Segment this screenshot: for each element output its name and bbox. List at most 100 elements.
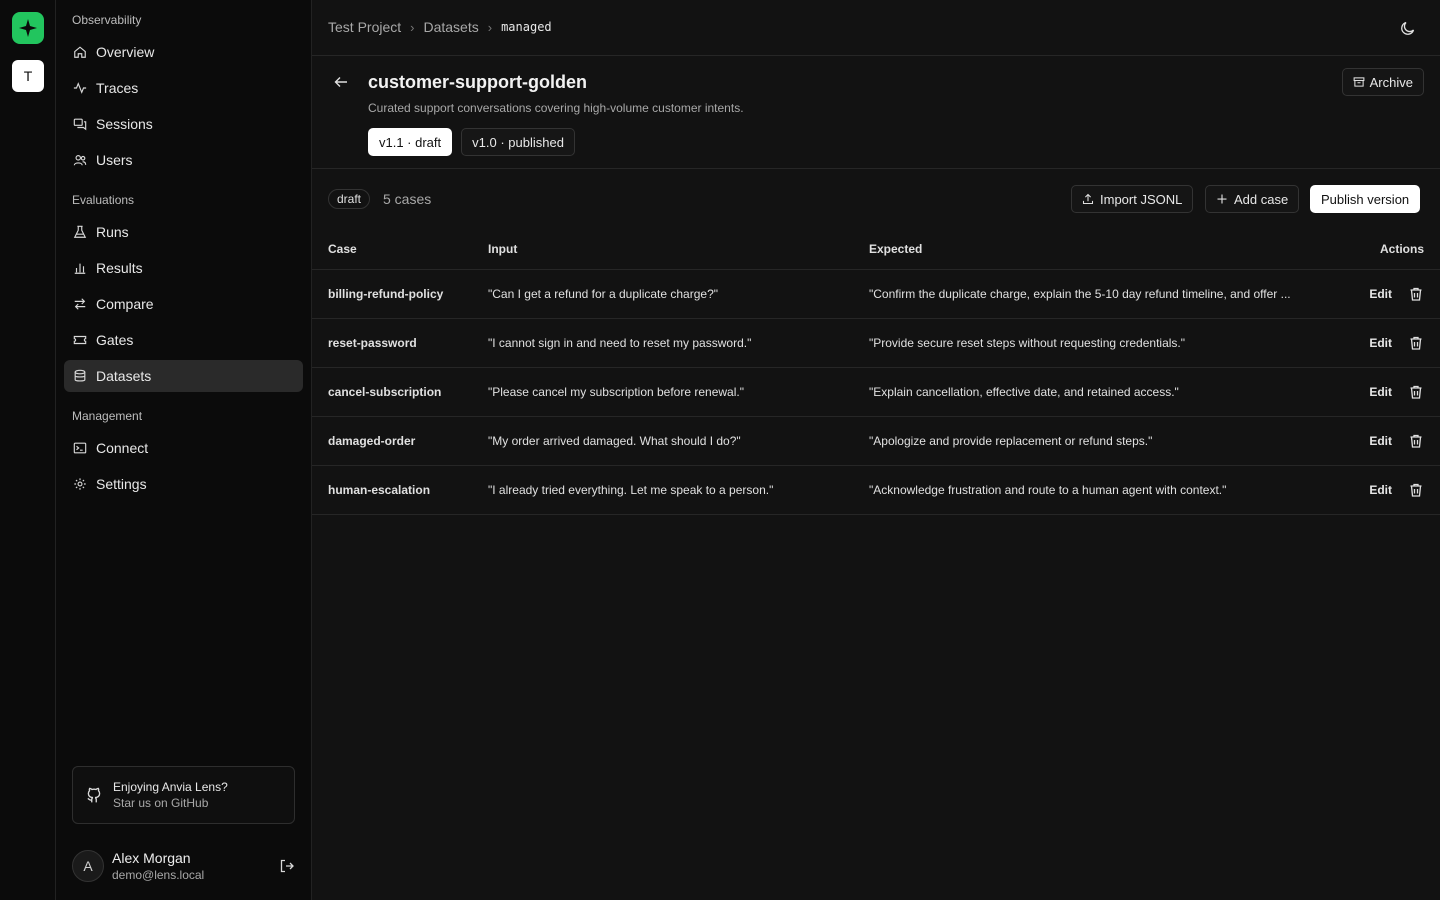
github-promo[interactable]: Enjoying Anvia Lens? Star us on GitHub (72, 766, 295, 824)
row-actions: Edit (1321, 318, 1440, 368)
top-bar: Test Project › Datasets › managed (312, 0, 1440, 56)
case-name: damaged-order (312, 416, 488, 466)
edit-button[interactable]: Edit (1369, 287, 1392, 301)
users-icon (73, 155, 87, 166)
sidebar-item-label: Traces (96, 80, 139, 96)
tab-version-draft[interactable]: v1.1 · draft (368, 128, 453, 156)
edit-button[interactable]: Edit (1369, 434, 1392, 448)
sidebar-item-label: Overview (96, 44, 155, 60)
sidebar-item-users[interactable]: Users (64, 144, 303, 176)
table-row: cancel-subscription "Please cancel my sub… (312, 367, 1440, 417)
case-count: 5 cases (383, 191, 432, 207)
case-name: human-escalation (312, 465, 488, 515)
case-expected: "Explain cancellation, effective date, a… (869, 367, 1321, 417)
page-title: customer-support-golden (368, 72, 587, 92)
column-header-expected: Expected (869, 229, 1321, 270)
archive-label: Archive (1369, 74, 1413, 90)
case-input: "Can I get a refund for a duplicate char… (488, 269, 869, 319)
sidebar-item-label: Sessions (96, 116, 153, 132)
sidebar-item-gates[interactable]: Gates (64, 324, 303, 356)
plus-icon (1217, 194, 1227, 204)
trash-icon[interactable] (1408, 286, 1424, 302)
logout-icon[interactable] (279, 858, 295, 874)
column-header-actions: Actions (1321, 229, 1440, 270)
trash-icon[interactable] (1408, 384, 1424, 400)
sidebar-item-traces[interactable]: Traces (64, 72, 303, 104)
table-row: damaged-order "My order arrived damaged. … (312, 416, 1440, 466)
case-name: reset-password (312, 318, 488, 368)
case-input: "I cannot sign in and need to reset my p… (488, 318, 869, 368)
bar-chart-icon (74, 263, 86, 274)
table-row: human-escalation "I already tried everyth… (312, 465, 1440, 515)
arrow-left-icon[interactable] (333, 74, 349, 90)
add-case-button[interactable]: Add case (1205, 185, 1300, 213)
trash-icon[interactable] (1408, 433, 1424, 449)
app-logo[interactable] (12, 12, 44, 44)
sidebar-item-label: Settings (96, 476, 147, 492)
sidebar-item-label: Users (96, 152, 133, 168)
sidebar-item-label: Runs (96, 224, 129, 240)
sidebar-item-compare[interactable]: Compare (64, 288, 303, 320)
edit-button[interactable]: Edit (1369, 483, 1392, 497)
sidebar-item-runs[interactable]: Runs (64, 216, 303, 248)
trash-icon[interactable] (1408, 482, 1424, 498)
sidebar-item-sessions[interactable]: Sessions (64, 108, 303, 140)
sidebar-item-settings[interactable]: Settings (64, 468, 303, 500)
row-actions: Edit (1321, 367, 1440, 417)
publish-version-button[interactable]: Publish version (1310, 185, 1421, 213)
row-actions: Edit (1321, 416, 1440, 466)
avatar[interactable]: A (72, 850, 104, 882)
workspace-switcher[interactable]: T (12, 60, 44, 92)
sidebar-item-datasets[interactable]: Datasets (64, 360, 303, 392)
column-header-case: Case (312, 229, 488, 270)
archive-icon (1353, 77, 1365, 87)
sidebar-item-connect[interactable]: Connect (64, 432, 303, 464)
moon-icon[interactable] (1400, 20, 1416, 36)
tab-version-published[interactable]: v1.0 · published (461, 128, 575, 156)
case-input: "I already tried everything. Let me spea… (488, 465, 869, 515)
breadcrumb-current: managed (501, 20, 552, 34)
section-observability: Observability (72, 13, 142, 27)
gear-icon (74, 478, 86, 490)
edit-button[interactable]: Edit (1369, 385, 1392, 399)
sidebar-item-label: Compare (96, 296, 154, 312)
sidebar-item-label: Connect (96, 440, 149, 456)
user-profile: A Alex Morgan demo@lens.local (72, 850, 295, 882)
database-icon (74, 369, 86, 382)
column-header-input: Input (488, 229, 869, 270)
edit-button[interactable]: Edit (1369, 336, 1392, 350)
breadcrumb-datasets[interactable]: Datasets (423, 19, 478, 35)
table-header-row: Case Input Expected Actions (312, 229, 1440, 270)
section-evaluations: Evaluations (72, 193, 135, 207)
github-icon (87, 787, 101, 803)
dataset-header: customer-support-golden Curated support … (312, 56, 1440, 169)
sidebar: Observability Overview Traces Sessions U… (56, 0, 312, 900)
promo-title: Enjoying Anvia Lens? (113, 780, 228, 794)
user-email: demo@lens.local (112, 868, 205, 882)
arrows-icon (74, 298, 86, 310)
case-input: "My order arrived damaged. What should I… (488, 416, 869, 466)
breadcrumb-project[interactable]: Test Project (328, 19, 401, 35)
cases-toolbar: draft 5 cases Import JSONL Add case Publ… (312, 185, 1440, 213)
sidebar-item-overview[interactable]: Overview (64, 36, 303, 68)
sidebar-item-label: Datasets (96, 368, 152, 384)
workspace-rail: T (0, 0, 56, 900)
terminal-icon (73, 442, 87, 454)
section-management: Management (72, 409, 143, 423)
chat-icon (73, 118, 87, 131)
home-icon (74, 46, 86, 58)
trash-icon[interactable] (1408, 335, 1424, 351)
user-name: Alex Morgan (112, 850, 191, 866)
row-actions: Edit (1321, 465, 1440, 515)
import-label: Import JSONL (1100, 191, 1183, 207)
chevron-right-icon: › (487, 19, 493, 35)
cases-table: Case Input Expected Actions billing-refu… (312, 229, 1440, 515)
add-case-label: Add case (1234, 191, 1289, 207)
sidebar-item-results[interactable]: Results (64, 252, 303, 284)
import-jsonl-button[interactable]: Import JSONL (1071, 185, 1194, 213)
main-content: Test Project › Datasets › managed custom… (312, 0, 1440, 900)
case-expected: "Apologize and provide replacement or re… (869, 416, 1321, 466)
sidebar-item-label: Gates (96, 332, 134, 348)
archive-button[interactable]: Archive (1341, 68, 1424, 96)
activity-icon (73, 82, 87, 94)
